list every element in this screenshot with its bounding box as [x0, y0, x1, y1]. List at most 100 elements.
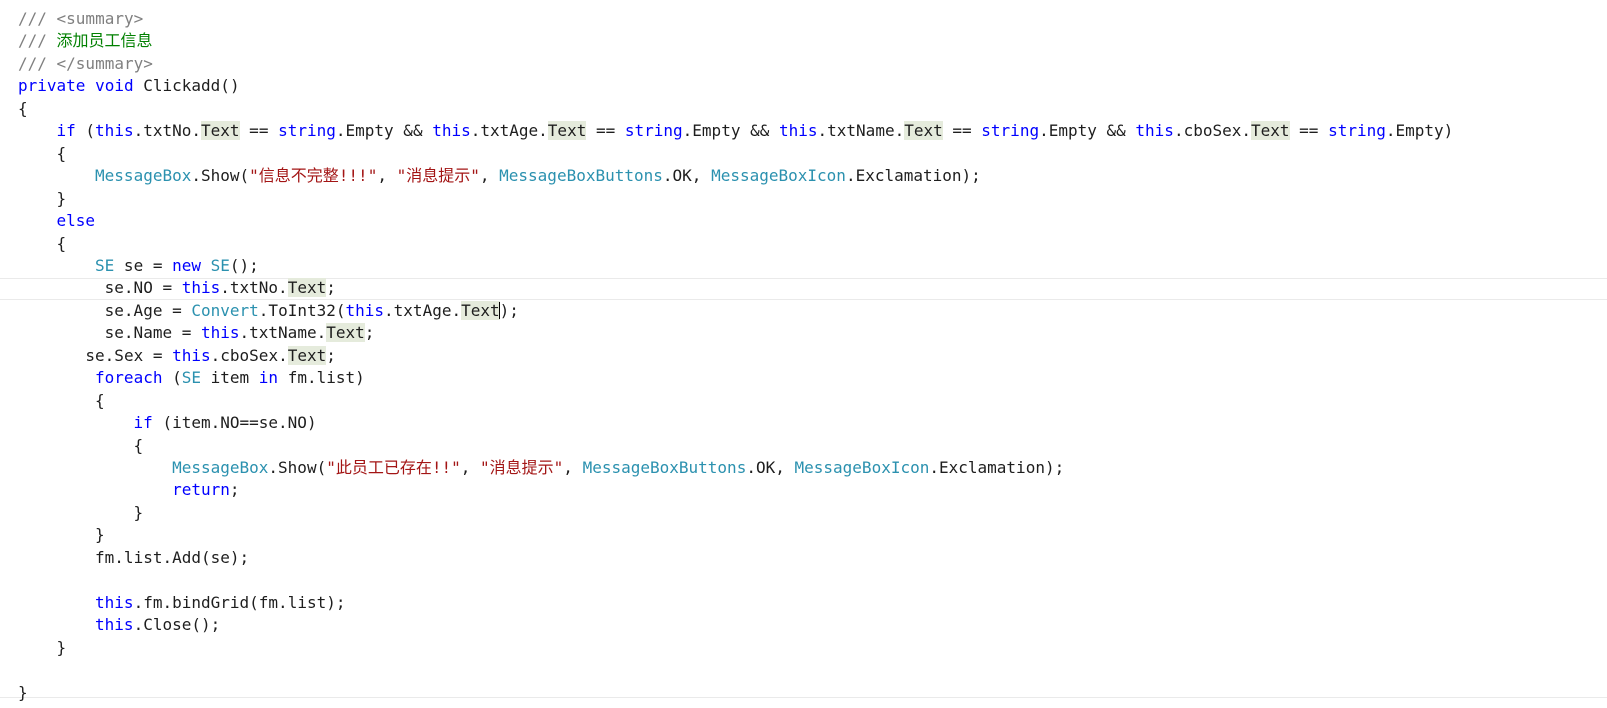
- code-token: );: [499, 300, 519, 320]
- code-token: {: [18, 98, 28, 118]
- code-token: .OK,: [662, 166, 712, 186]
- code-token: .Show(: [268, 458, 327, 477]
- code-token: foreach: [95, 368, 163, 388]
- code-token: }: [56, 637, 67, 657]
- code-editor[interactable]: /// <summary>/// 添加员工信息/// </summary> pri…: [0, 0, 1607, 708]
- code-token: .Show(: [191, 166, 250, 186]
- code-token: }: [56, 188, 67, 208]
- code-token: .Close();: [133, 615, 221, 635]
- code-token: se.NO =: [104, 278, 182, 298]
- code-line[interactable]: this.Close();: [95, 614, 220, 636]
- code-token: ();: [229, 255, 259, 275]
- code-token: this: [1135, 121, 1174, 141]
- code-token: this: [172, 345, 211, 365]
- code-line[interactable]: SE se = new SE();: [95, 255, 259, 277]
- code-line[interactable]: /// 添加员工信息: [18, 30, 153, 52]
- highlighted-reference: Text: [201, 121, 240, 141]
- code-line[interactable]: /// <summary>: [18, 8, 143, 30]
- code-token: .Empty &&: [682, 121, 779, 141]
- code-line[interactable]: }: [95, 524, 105, 546]
- code-line[interactable]: fm.list.Add(se);: [95, 547, 249, 569]
- code-token: SE: [95, 255, 115, 275]
- code-token: this: [778, 121, 818, 141]
- code-token: this: [432, 121, 471, 141]
- code-token: new: [172, 255, 201, 275]
- code-token: ;: [364, 323, 375, 343]
- code-token: if: [133, 413, 153, 433]
- code-line[interactable]: se.Age = Convert.ToInt32(this.txtAge.Tex…: [105, 300, 519, 322]
- code-line[interactable]: }: [57, 637, 67, 659]
- code-token: fm.list): [278, 368, 365, 388]
- code-line[interactable]: if (item.NO==se.NO): [134, 412, 317, 434]
- code-token: .Empty &&: [335, 121, 433, 141]
- code-token: ///: [18, 31, 57, 51]
- code-token: MessageBoxIcon: [711, 166, 846, 186]
- code-line[interactable]: {: [57, 233, 67, 255]
- code-line[interactable]: {: [18, 98, 28, 120]
- code-token: private: [18, 76, 86, 96]
- code-line[interactable]: return;: [172, 479, 239, 501]
- highlighted-reference: Text: [547, 121, 587, 141]
- code-token: ==: [942, 121, 982, 141]
- code-token: (item.NO==se.NO): [152, 413, 317, 433]
- code-token: {: [95, 390, 105, 410]
- code-line[interactable]: }: [134, 502, 144, 524]
- code-line[interactable]: if (this.txtNo.Text == string.Empty && t…: [57, 120, 1453, 142]
- code-line[interactable]: {: [134, 435, 144, 457]
- code-line[interactable]: private void Clickadd(): [18, 75, 240, 97]
- code-token: /// <summary>: [18, 9, 144, 28]
- code-token: SE: [210, 255, 230, 275]
- code-token: ,: [377, 166, 397, 186]
- code-token: this: [345, 300, 385, 320]
- code-line[interactable]: else: [57, 210, 96, 232]
- code-token: else: [56, 211, 96, 231]
- code-token: .txtName.: [817, 121, 905, 141]
- code-line[interactable]: /// </summary>: [18, 53, 153, 75]
- code-token: SE: [181, 368, 201, 388]
- code-token: ==: [239, 121, 279, 141]
- code-line[interactable]: MessageBox.Show("此员工已存在!!", "消息提示", Mess…: [172, 457, 1064, 479]
- code-token: "消息提示": [480, 458, 564, 477]
- code-line[interactable]: }: [18, 682, 28, 704]
- code-line[interactable]: {: [95, 390, 105, 412]
- code-token: .txtAge.: [470, 121, 548, 141]
- code-token: Clickadd(): [133, 76, 240, 96]
- highlighted-reference: Text: [287, 278, 327, 298]
- editor-bottom-divider: [0, 697, 1607, 698]
- code-token: string: [278, 121, 336, 141]
- code-token: .txtAge.: [384, 300, 462, 320]
- code-token: "消息提示": [396, 166, 480, 186]
- code-line[interactable]: foreach (SE item in fm.list): [95, 367, 365, 389]
- code-token: MessageBox: [172, 458, 269, 477]
- code-line[interactable]: se.Sex = this.cboSex.Text;: [85, 345, 336, 367]
- code-token: .OK,: [746, 458, 795, 477]
- code-token: MessageBox: [95, 166, 192, 186]
- highlighted-reference: Text: [461, 300, 500, 320]
- code-token: ,: [563, 458, 583, 477]
- code-line[interactable]: }: [57, 188, 67, 210]
- code-token: ,: [460, 458, 481, 477]
- code-token: {: [133, 435, 144, 455]
- code-line[interactable]: this.fm.bindGrid(fm.list);: [95, 592, 345, 614]
- code-token: .txtNo.: [133, 121, 202, 141]
- code-token: /// </summary>: [18, 53, 153, 73]
- code-token: in: [258, 368, 279, 388]
- code-token: fm.list.Add(se);: [95, 547, 250, 567]
- code-line[interactable]: {: [57, 143, 67, 165]
- code-line[interactable]: se.Name = this.txtName.Text;: [104, 322, 375, 344]
- code-line[interactable]: MessageBox.Show("信息不完整!!!", "消息提示", Mess…: [95, 165, 981, 187]
- code-token: .Exclamation);: [845, 166, 981, 186]
- code-token: MessageBoxButtons: [582, 458, 747, 477]
- highlighted-reference: Text: [904, 121, 943, 141]
- code-token: }: [133, 502, 144, 522]
- code-token: void: [95, 76, 134, 96]
- code-line[interactable]: se.NO = this.txtNo.Text;: [105, 277, 336, 299]
- code-token: ==: [1289, 121, 1329, 141]
- code-token: .cboSex.: [210, 345, 288, 365]
- code-token: (: [162, 368, 182, 388]
- code-token: return: [172, 480, 230, 500]
- code-token: se.Name =: [104, 323, 201, 343]
- code-token: this: [95, 121, 134, 141]
- code-token: .Empty &&: [1039, 121, 1136, 141]
- code-token: .cboSex.: [1173, 121, 1251, 141]
